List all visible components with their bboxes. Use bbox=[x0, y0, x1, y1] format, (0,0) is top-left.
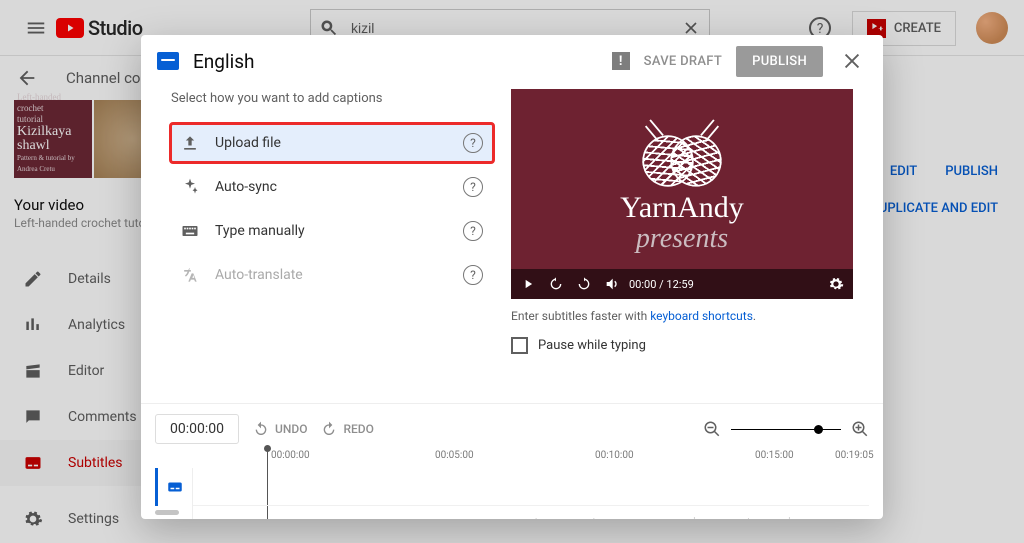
video-time: 00:00 / 12:59 bbox=[629, 278, 694, 291]
checkbox-icon[interactable] bbox=[511, 337, 528, 354]
video-controls: 00:00 / 12:59 bbox=[511, 269, 853, 299]
audio-waveform[interactable] bbox=[193, 506, 869, 519]
save-draft-button[interactable]: SAVE DRAFT bbox=[644, 54, 722, 69]
keyboard-icon bbox=[179, 221, 201, 241]
caption-method-pane: Select how you want to add captions Uplo… bbox=[171, 89, 493, 403]
timeline-ruler[interactable]: 00:00:00 00:05:00 00:10:00 00:15:00 00:1… bbox=[155, 446, 869, 468]
rewind-icon[interactable] bbox=[547, 276, 565, 292]
settings-gear-icon[interactable] bbox=[827, 276, 845, 292]
subtitles-hint: Enter subtitles faster with keyboard sho… bbox=[511, 309, 853, 323]
help-icon[interactable]: ? bbox=[463, 221, 483, 241]
ruler-tick: 00:19:05 bbox=[835, 450, 874, 461]
close-icon[interactable] bbox=[837, 50, 867, 72]
option-auto-sync[interactable]: Auto-sync ? bbox=[171, 168, 493, 206]
keyboard-shortcuts-link[interactable]: keyboard shortcuts bbox=[650, 309, 753, 323]
video-presents: presents bbox=[636, 223, 728, 255]
warning-badge-icon[interactable]: ! bbox=[612, 52, 630, 70]
help-icon[interactable]: ? bbox=[463, 177, 483, 197]
subtitles-badge-icon bbox=[157, 52, 179, 70]
video-preview[interactable]: YarnAndy presents 00:00 / 12:59 bbox=[511, 89, 853, 299]
option-upload-file[interactable]: Upload file ? bbox=[171, 124, 493, 162]
option-label: Type manually bbox=[215, 223, 305, 239]
redo-button[interactable]: REDO bbox=[321, 421, 373, 437]
ruler-tick: 00:05:00 bbox=[435, 450, 474, 461]
captions-dialog: English ! SAVE DRAFT PUBLISH Select how … bbox=[141, 35, 883, 519]
sparkle-icon bbox=[179, 177, 201, 197]
ruler-tick: 00:15:00 bbox=[755, 450, 794, 461]
pause-while-typing[interactable]: Pause while typing bbox=[511, 337, 853, 354]
publish-button[interactable]: PUBLISH bbox=[736, 46, 823, 77]
option-label: Auto-sync bbox=[215, 179, 277, 195]
zoom-out-icon[interactable] bbox=[703, 420, 721, 438]
help-icon[interactable]: ? bbox=[463, 265, 483, 285]
zoom-controls[interactable] bbox=[703, 420, 869, 438]
forward-icon[interactable] bbox=[575, 276, 593, 292]
dialog-title: English bbox=[193, 50, 254, 73]
undo-button[interactable]: UNDO bbox=[253, 421, 307, 437]
play-icon[interactable] bbox=[519, 277, 537, 291]
upload-icon bbox=[179, 133, 201, 153]
zoom-in-icon[interactable] bbox=[851, 420, 869, 438]
cc-lane[interactable] bbox=[193, 468, 869, 506]
option-auto-translate: Auto-translate ? bbox=[171, 256, 493, 294]
option-label: Auto-translate bbox=[215, 267, 303, 283]
timeline: 00:00:00 UNDO REDO 00:00:00 00:05:00 00:… bbox=[141, 403, 883, 519]
zoom-slider-track[interactable] bbox=[731, 429, 841, 430]
help-icon[interactable]: ? bbox=[463, 133, 483, 153]
select-hint: Select how you want to add captions bbox=[171, 91, 493, 106]
volume-icon[interactable] bbox=[603, 276, 621, 292]
translate-icon bbox=[179, 265, 201, 285]
dialog-header: English ! SAVE DRAFT PUBLISH bbox=[141, 35, 883, 87]
ruler-tick: 00:10:00 bbox=[595, 450, 634, 461]
timestamp-input[interactable]: 00:00:00 bbox=[155, 414, 239, 444]
horizontal-scroll-thumb[interactable] bbox=[155, 510, 179, 515]
cc-lane-icon[interactable] bbox=[155, 468, 192, 506]
option-type-manually[interactable]: Type manually ? bbox=[171, 212, 493, 250]
pause-label: Pause while typing bbox=[538, 338, 646, 353]
ruler-tick: 00:00:00 bbox=[271, 450, 310, 461]
video-brand-name: YarnAndy bbox=[620, 191, 744, 225]
option-label: Upload file bbox=[215, 135, 281, 151]
